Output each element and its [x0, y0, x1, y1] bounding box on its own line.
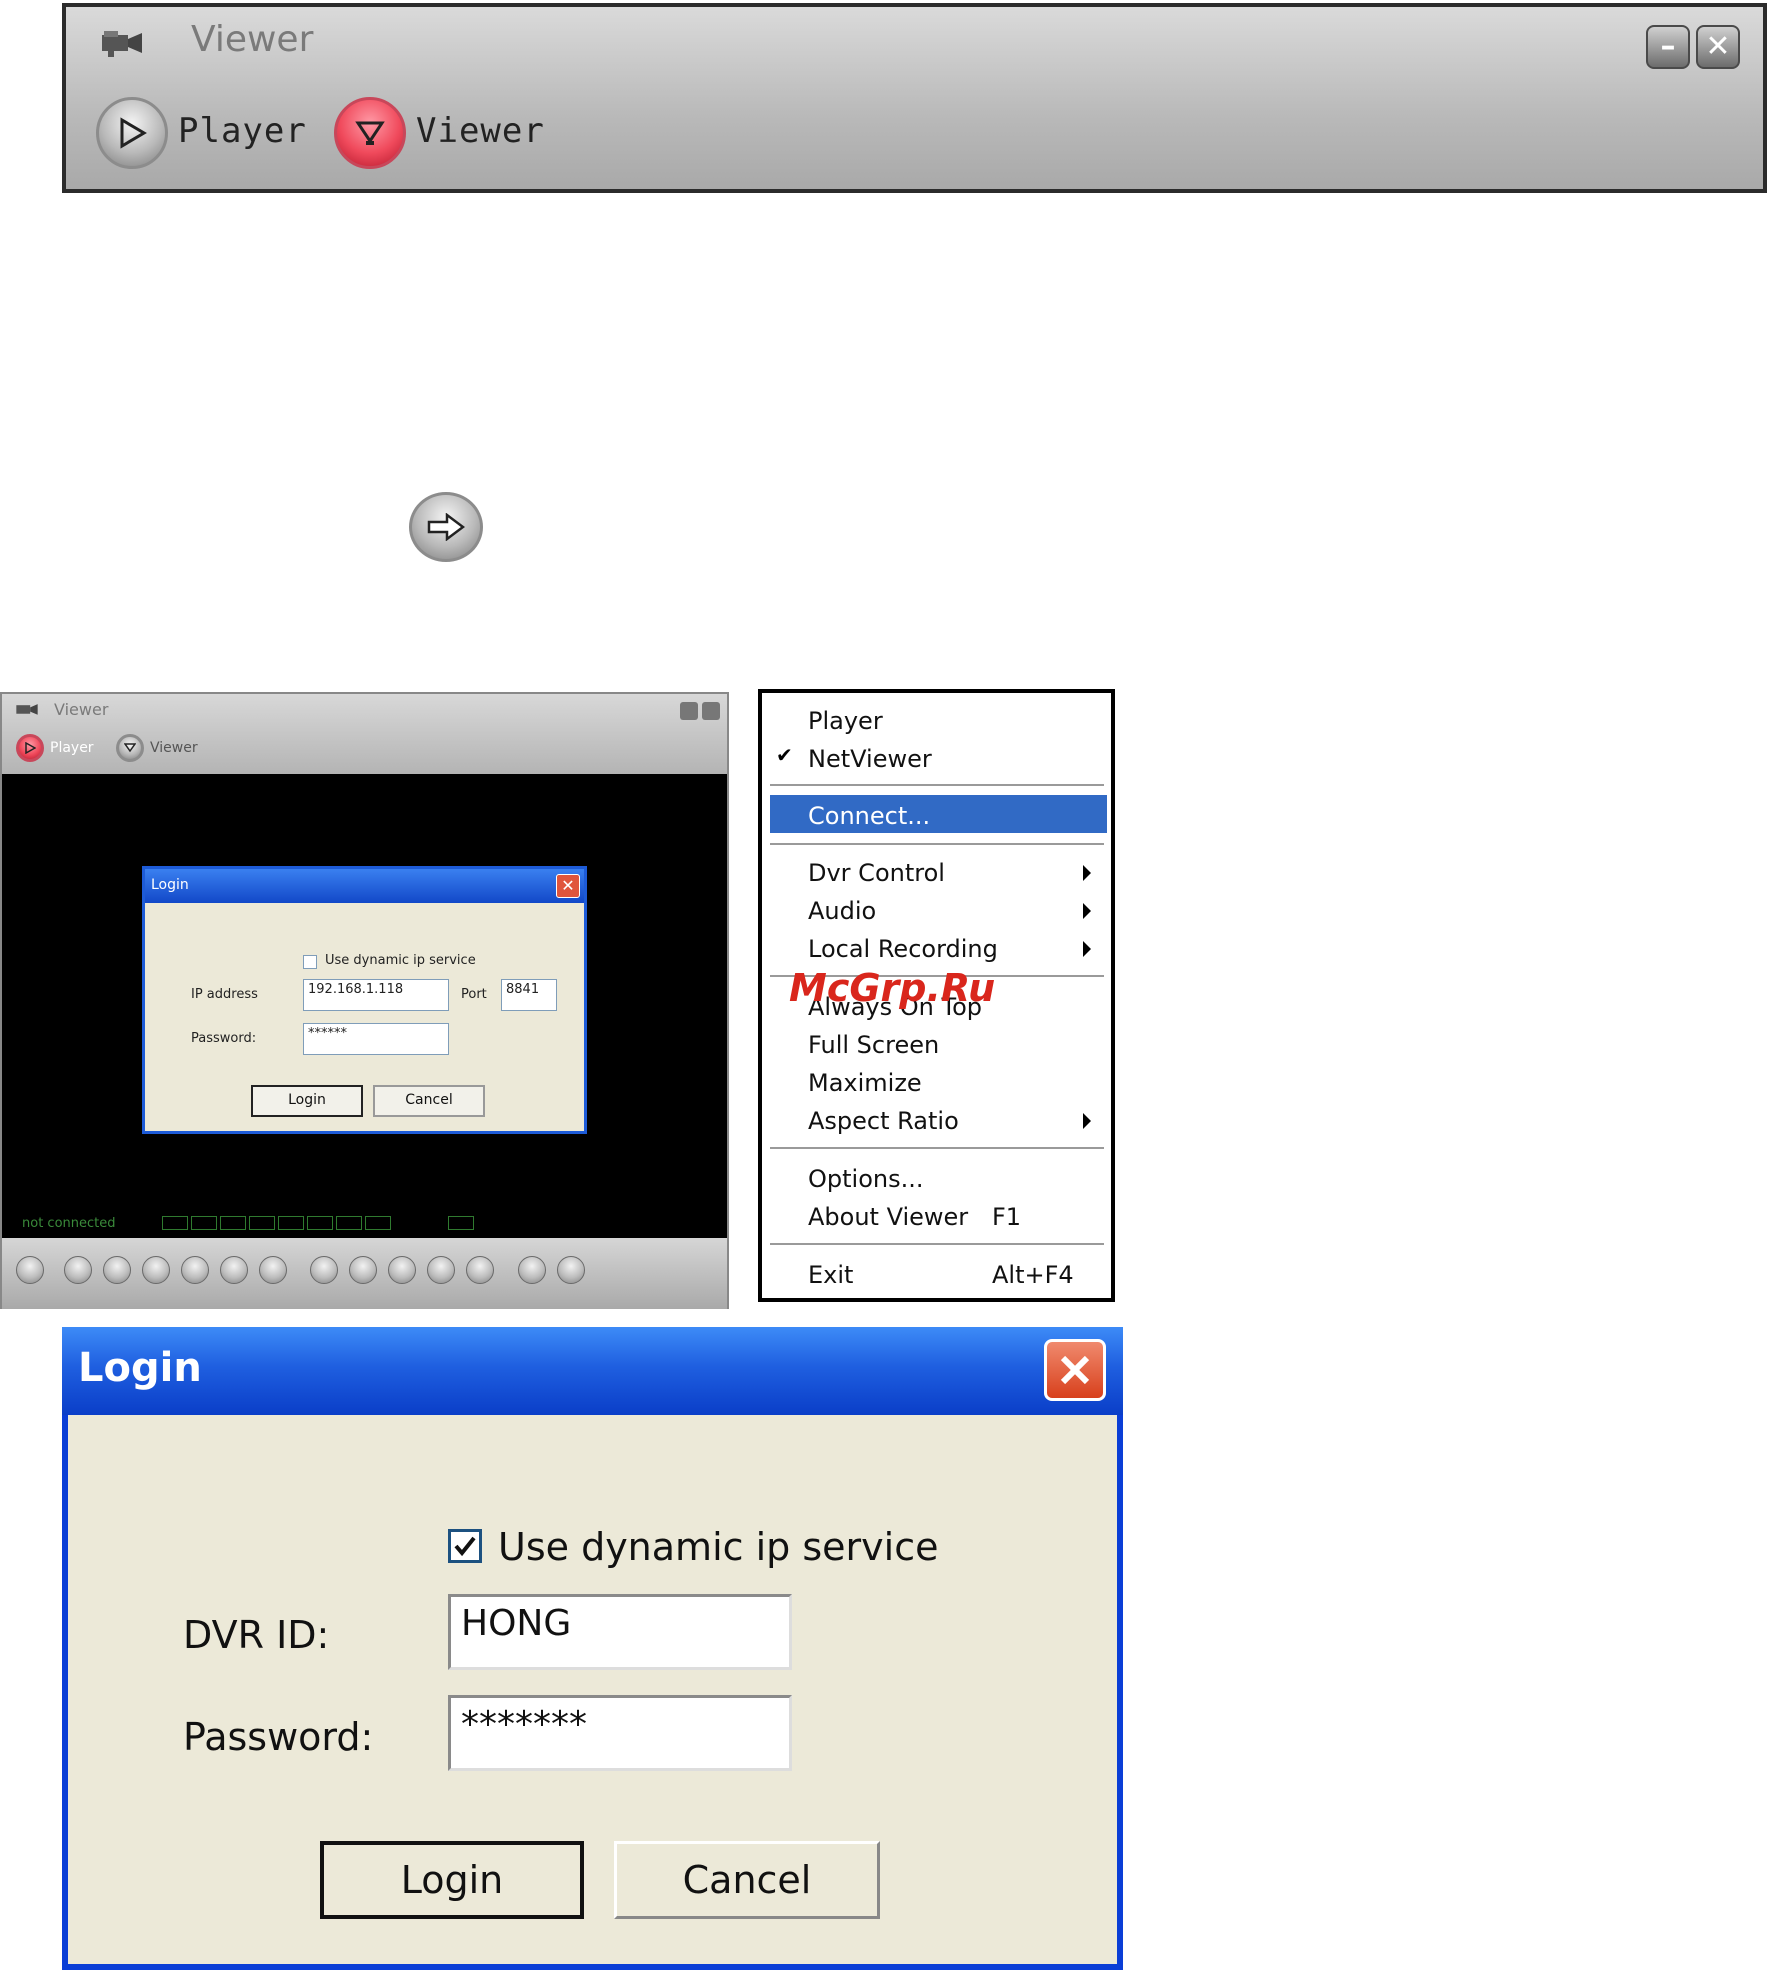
ip-address-label: IP address: [191, 987, 258, 1002]
small-player-button[interactable]: [16, 734, 44, 762]
small-login-title: Login: [151, 877, 189, 893]
camera-icon: [102, 31, 142, 57]
menu-item-audio[interactable]: Audio: [808, 897, 876, 925]
small-login-button[interactable]: Login: [251, 1085, 363, 1117]
ctrl-button[interactable]: [427, 1256, 455, 1284]
menu-item-netviewer[interactable]: NetViewer: [808, 745, 932, 773]
ctrl-button[interactable]: [310, 1256, 338, 1284]
small-dynamic-ip-label: Use dynamic ip service: [325, 953, 476, 968]
login-dialog-title: Login: [78, 1345, 202, 1391]
menu-item-aspect-ratio[interactable]: Aspect Ratio: [808, 1107, 959, 1135]
player-tab-label[interactable]: Player: [178, 111, 307, 151]
minimize-icon: –: [1660, 29, 1676, 64]
menu-separator: [770, 784, 1104, 786]
small-player-label[interactable]: Player: [50, 740, 94, 756]
dynamic-ip-checkbox[interactable]: [448, 1529, 482, 1563]
password-input[interactable]: *******: [448, 1695, 792, 1771]
menu-item-maximize[interactable]: Maximize: [808, 1069, 922, 1097]
menu-separator: [770, 1147, 1104, 1149]
submenu-arrow-icon: [1083, 865, 1091, 881]
playback-control-bar: [2, 1238, 727, 1309]
arrow-right-icon: [427, 513, 465, 541]
dvr-id-label: DVR ID:: [183, 1613, 330, 1657]
login-button[interactable]: Login: [320, 1841, 584, 1919]
menu-item-exit[interactable]: Exit: [808, 1261, 853, 1289]
menu-shortcut-f1: F1: [992, 1203, 1022, 1231]
play-icon: [25, 742, 36, 754]
submenu-arrow-icon: [1083, 941, 1091, 957]
ip-address-input[interactable]: 192.168.1.118: [303, 979, 449, 1011]
dynamic-ip-label: Use dynamic ip service: [498, 1525, 939, 1569]
viewer-toolbar-window: Viewer – ✕ Player Viewer: [62, 3, 1767, 193]
player-mode-button[interactable]: [96, 97, 168, 169]
ctrl-button[interactable]: [518, 1256, 546, 1284]
cancel-button[interactable]: Cancel: [614, 1841, 880, 1919]
small-window-title: Viewer: [54, 700, 109, 719]
dvr-id-input[interactable]: HONG: [448, 1594, 792, 1670]
monitor-icon: [355, 121, 385, 145]
menu-item-options[interactable]: Options...: [808, 1165, 924, 1193]
ctrl-button[interactable]: [259, 1256, 287, 1284]
submenu-arrow-icon: [1083, 903, 1091, 919]
menu-item-connect[interactable]: Connect...: [808, 802, 930, 830]
small-window-header: Viewer Player Viewer: [2, 694, 727, 774]
ctrl-button[interactable]: [142, 1256, 170, 1284]
ctrl-button[interactable]: [103, 1256, 131, 1284]
password-label: Password:: [183, 1715, 374, 1759]
small-close-button[interactable]: [702, 702, 720, 720]
small-viewer-label[interactable]: Viewer: [150, 740, 198, 756]
small-dynamic-ip-checkbox[interactable]: [303, 955, 317, 969]
close-icon: ✕: [561, 876, 575, 895]
submenu-arrow-icon: [1083, 1113, 1091, 1129]
menu-separator: [770, 843, 1104, 845]
ctrl-button[interactable]: [16, 1256, 44, 1284]
ctrl-button[interactable]: [349, 1256, 377, 1284]
ctrl-button[interactable]: [181, 1256, 209, 1284]
ctrl-button[interactable]: [466, 1256, 494, 1284]
small-password-label: Password:: [191, 1031, 257, 1046]
camera-icon: [16, 704, 38, 715]
checkmark-icon: ✔: [776, 743, 793, 767]
menu-item-about-viewer[interactable]: About Viewer: [808, 1203, 968, 1231]
minimize-button[interactable]: –: [1646, 25, 1690, 69]
small-login-titlebar: Login ✕: [145, 869, 584, 903]
channel-indicators: [162, 1216, 391, 1230]
window-title: Viewer: [191, 19, 314, 60]
small-viewer-button[interactable]: [116, 734, 144, 762]
viewer-mode-button[interactable]: [334, 97, 406, 169]
login-titlebar: Login: [62, 1327, 1123, 1415]
port-input[interactable]: 8841: [501, 979, 557, 1011]
layout-indicator: [448, 1216, 474, 1230]
connect-arrow-button[interactable]: [409, 492, 483, 562]
watermark-text: McGrp.Ru: [789, 966, 996, 1010]
menu-separator: [770, 1243, 1104, 1245]
small-password-input[interactable]: ******: [303, 1023, 449, 1055]
login-dialog: Login Use dynamic ip service DVR ID: HON…: [62, 1327, 1123, 1970]
close-icon: ✕: [1705, 29, 1731, 64]
viewer-tab-label[interactable]: Viewer: [416, 111, 545, 151]
ctrl-button[interactable]: [220, 1256, 248, 1284]
login-close-button[interactable]: [1044, 1339, 1106, 1401]
small-minimize-button[interactable]: [680, 702, 698, 720]
ctrl-button[interactable]: [557, 1256, 585, 1284]
connection-status: not connected: [22, 1216, 116, 1231]
small-cancel-button[interactable]: Cancel: [373, 1085, 485, 1117]
small-login-dialog: Login ✕ Use dynamic ip service IP addres…: [142, 866, 587, 1134]
close-icon: [1060, 1355, 1090, 1385]
close-button[interactable]: ✕: [1696, 25, 1740, 69]
small-login-close-button[interactable]: ✕: [556, 874, 580, 898]
menu-item-player[interactable]: Player: [808, 707, 883, 735]
checkmark-icon: [454, 1536, 476, 1557]
port-label: Port: [461, 987, 487, 1002]
monitor-icon: [124, 743, 136, 753]
ctrl-button[interactable]: [388, 1256, 416, 1284]
menu-item-full-screen[interactable]: Full Screen: [808, 1031, 939, 1059]
play-icon: [120, 117, 147, 149]
ctrl-button[interactable]: [64, 1256, 92, 1284]
menu-item-dvr-control[interactable]: Dvr Control: [808, 859, 945, 887]
menu-shortcut-alt-f4: Alt+F4: [992, 1261, 1074, 1289]
menu-item-local-recording[interactable]: Local Recording: [808, 935, 998, 963]
